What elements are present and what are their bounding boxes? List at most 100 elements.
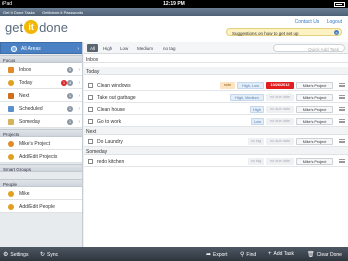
next-icon (8, 92, 14, 99)
due-date-badge[interactable]: no due date (266, 105, 294, 113)
task-row[interactable]: Clean windows note High, Low 10/26/2012 … (84, 79, 348, 91)
drag-handle-icon[interactable] (339, 159, 345, 163)
sidebar-item-scheduled[interactable]: Scheduled 1 › (0, 102, 82, 115)
task-checkbox[interactable] (88, 118, 93, 124)
task-checkbox[interactable] (88, 94, 93, 100)
clear-done-button[interactable]: 🗑 Clear Done (307, 251, 342, 258)
project-badge[interactable]: Mike's Project (296, 137, 333, 145)
nav-link-passwords[interactable]: Getitdone.it Passwords (42, 10, 83, 15)
tag-badge[interactable]: Low (251, 117, 264, 125)
count-badge: 1 (67, 105, 73, 112)
task-title: redo kitchen (97, 158, 125, 165)
export-icon: ➦ (206, 252, 212, 258)
contact-us-link[interactable]: Contact Us (295, 19, 320, 25)
group-header-today: Today (84, 67, 348, 75)
task-checkbox[interactable] (88, 138, 93, 144)
task-row[interactable]: Clean house High no due date Mike's Proj… (84, 103, 348, 115)
add-icon (8, 153, 14, 160)
add-task-button[interactable]: + Add Task (268, 251, 294, 257)
sidebar-item-add-edit-projects[interactable]: Add/Edit Projects (0, 150, 82, 163)
person-icon (8, 190, 14, 197)
project-badge[interactable]: Mike's Project (296, 157, 333, 165)
suggestion-text: Suggestions on how to get set up (232, 30, 299, 36)
status-bar: iPad 12:19 PM (0, 0, 348, 8)
filter-medium[interactable]: Medium (134, 44, 156, 52)
suggestion-banner[interactable]: Suggestions on how to get set up × (226, 28, 342, 36)
sidebar-item-project[interactable]: Mike's Project (0, 137, 82, 150)
calendar-icon (8, 105, 14, 112)
note-badge[interactable]: note (220, 81, 235, 89)
logout-link[interactable]: Logout (327, 19, 342, 25)
project-badge[interactable]: Mike's Project (296, 117, 333, 125)
sidebar-item-all-areas[interactable]: All Areas › (0, 42, 82, 54)
search-icon: ⚲ (240, 252, 245, 258)
filter-high[interactable]: High (100, 44, 115, 52)
section-projects: Projects (0, 129, 82, 137)
task-row[interactable]: Go to work Low no due date Mike's Projec… (84, 115, 348, 127)
filter-all[interactable]: All (87, 44, 99, 52)
task-row[interactable]: Take out garbage High, Medium no due dat… (84, 91, 348, 103)
battery-icon (334, 1, 345, 7)
sync-button[interactable]: ↻ Sync (40, 251, 58, 258)
task-row[interactable]: redo kitchen no tag no due date Mike's P… (84, 155, 348, 167)
sidebar-item-add-edit-people[interactable]: Add/Edit People (0, 200, 82, 213)
task-title: Do Laundry (97, 138, 123, 145)
drag-handle-icon[interactable] (339, 95, 345, 99)
tag-badge[interactable]: no tag (248, 137, 264, 145)
quick-add-input[interactable]: Quick Add Task (273, 44, 345, 52)
tag-badge[interactable]: High, Low (237, 81, 264, 89)
find-button[interactable]: ⚲ Find (240, 251, 256, 258)
tag-badge[interactable]: High (250, 105, 264, 113)
due-date-badge[interactable]: no due date (266, 137, 294, 145)
task-list: All High Low Medium no tag Quick Add Tas… (84, 42, 348, 247)
sun-icon (8, 79, 14, 86)
due-date-badge[interactable]: 10/26/2012 (266, 81, 294, 89)
drag-handle-icon[interactable] (339, 139, 345, 143)
chevron-right-icon: › (78, 67, 80, 73)
sidebar-item-today[interactable]: Today 1 4 › (0, 76, 82, 89)
due-date-badge[interactable]: no due date (266, 157, 294, 165)
globe-icon (11, 46, 17, 52)
sidebar-item-inbox[interactable]: Inbox 5 › (0, 63, 82, 76)
due-date-badge[interactable]: no due date (266, 117, 294, 125)
sidebar-item-next[interactable]: Next 1 › (0, 89, 82, 102)
task-row[interactable]: Do Laundry no tag no due date Mike's Pro… (84, 135, 348, 147)
project-badge[interactable]: Mike's Project (296, 81, 333, 89)
sidebar-item-someday[interactable]: Someday 1 › (0, 115, 82, 128)
count-badge: 1 (67, 118, 73, 125)
nav-link-tasks[interactable]: Get It Done Tasks (3, 10, 35, 15)
task-title: Take out garbage (97, 94, 136, 101)
app-nav-bar: Get It Done Tasks Getitdone.it Passwords (0, 8, 348, 16)
group-header-someday: Someday (84, 147, 348, 155)
export-button[interactable]: ➦ Export (206, 251, 227, 258)
task-checkbox[interactable] (88, 82, 93, 88)
bottom-toolbar: ⚙ Settings ↻ Sync ➦ Export ⚲ Find + Add Task … (0, 247, 348, 261)
project-badge[interactable]: Mike's Project (296, 93, 333, 101)
tag-badge[interactable]: High, Medium (230, 93, 264, 101)
app-logo: get it done (5, 20, 68, 35)
tag-badge[interactable]: no tag (248, 157, 264, 165)
task-title: Clean windows (97, 82, 131, 89)
settings-button[interactable]: ⚙ Settings (3, 251, 28, 258)
chevron-right-icon: › (77, 45, 79, 52)
section-smart-groups: Smart Groups (0, 164, 82, 172)
sidebar-item-person[interactable]: Mike (0, 187, 82, 200)
filter-low[interactable]: Low (117, 44, 131, 52)
project-badge[interactable]: Mike's Project (296, 105, 333, 113)
task-checkbox[interactable] (88, 158, 93, 164)
drag-handle-icon[interactable] (339, 83, 345, 87)
filter-no-tag[interactable]: no tag (160, 44, 179, 52)
gear-icon: ⚙ (3, 252, 9, 258)
project-icon (8, 140, 14, 147)
status-time: 12:19 PM (163, 1, 185, 7)
sync-icon: ↻ (40, 252, 46, 258)
drag-handle-icon[interactable] (339, 119, 345, 123)
group-header-next: Next (84, 127, 348, 135)
box-icon (8, 118, 14, 125)
due-date-badge[interactable]: no due date (266, 93, 294, 101)
section-people: People (0, 179, 82, 187)
drag-handle-icon[interactable] (339, 107, 345, 111)
trash-icon: 🗑 (307, 252, 315, 258)
task-checkbox[interactable] (88, 106, 93, 112)
close-icon[interactable]: × (334, 30, 339, 35)
